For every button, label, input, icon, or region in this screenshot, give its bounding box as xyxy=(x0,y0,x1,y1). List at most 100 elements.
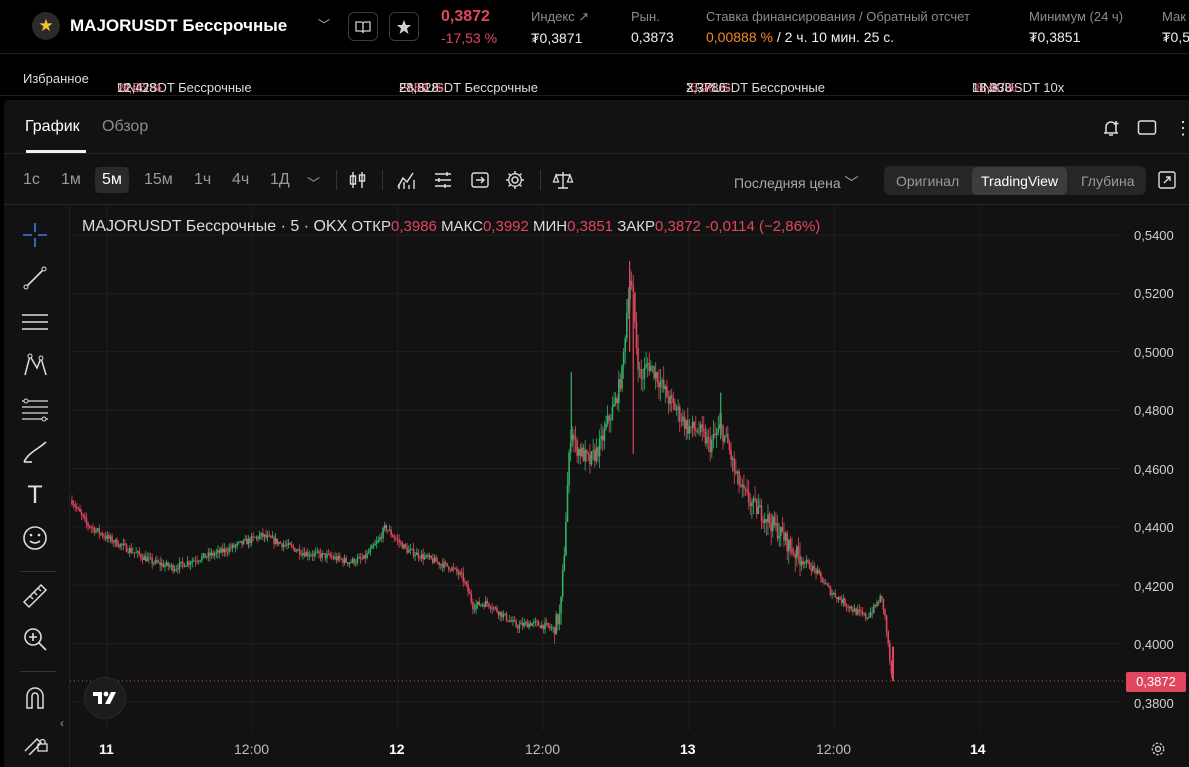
view-original[interactable]: Оригинал xyxy=(896,173,959,189)
favorite-star-icon[interactable]: ★ xyxy=(32,12,60,40)
y-tick-label: 0,5200 xyxy=(1134,286,1174,301)
candle xyxy=(757,493,760,515)
indicators-icon[interactable] xyxy=(395,169,417,191)
horizontal-lines-icon[interactable] xyxy=(18,305,52,339)
collapse-toolbar-icon[interactable]: ‹ xyxy=(60,716,64,730)
candles xyxy=(71,261,894,681)
tab-overview[interactable]: Обзор xyxy=(102,118,148,136)
candle xyxy=(130,543,133,555)
candle xyxy=(298,544,301,560)
candle xyxy=(202,552,205,559)
timeframe-dropdown-icon[interactable]: ﹀ xyxy=(307,173,320,192)
candle xyxy=(452,563,455,573)
layout-list-icon[interactable] xyxy=(432,169,454,191)
tab-chart[interactable]: График xyxy=(25,118,80,136)
trend-line-icon[interactable] xyxy=(18,261,52,295)
x-tick-label: 11 xyxy=(99,741,114,757)
candle xyxy=(265,529,267,540)
scale-icon[interactable] xyxy=(552,169,574,191)
emoji-icon[interactable] xyxy=(18,521,52,555)
candle xyxy=(191,557,194,568)
star-icon[interactable] xyxy=(389,12,419,41)
candle xyxy=(664,384,667,403)
pattern-icon[interactable] xyxy=(18,348,52,382)
book-icon[interactable] xyxy=(348,12,378,41)
candle xyxy=(93,526,96,536)
view-tradingview[interactable]: TradingView xyxy=(972,167,1068,195)
candle xyxy=(122,538,125,551)
timeframe-1h[interactable]: 1ч xyxy=(194,171,211,189)
timeframe-15m[interactable]: 15м xyxy=(144,171,173,189)
candle xyxy=(351,557,354,564)
crosshair-icon[interactable] xyxy=(18,218,52,252)
candle xyxy=(430,555,432,560)
candle xyxy=(746,479,748,496)
candle xyxy=(767,504,769,536)
magnet-icon[interactable] xyxy=(18,681,52,715)
candlestick-icon[interactable] xyxy=(347,169,369,191)
candle xyxy=(483,602,485,610)
candle xyxy=(379,533,381,543)
more-vertical-icon[interactable]: ⋮ xyxy=(1174,118,1189,139)
timeframe-1m[interactable]: 1м xyxy=(61,171,81,189)
candle xyxy=(468,588,471,595)
candle xyxy=(160,558,163,571)
timeframe-4h[interactable]: 4ч xyxy=(232,171,249,189)
timeframe-5m[interactable]: 5м xyxy=(95,167,129,193)
candle xyxy=(619,373,622,392)
symbol-title[interactable]: MAJORUSDT Бессрочные xyxy=(70,16,287,36)
candle xyxy=(834,589,837,598)
favorites-label[interactable]: Избранное xyxy=(23,71,89,86)
candle xyxy=(574,425,577,453)
candle xyxy=(286,539,288,550)
candle xyxy=(254,536,256,538)
window-icon[interactable] xyxy=(1137,119,1157,142)
candle xyxy=(358,553,360,560)
external-link-icon[interactable]: ↗ xyxy=(578,9,589,24)
candle xyxy=(242,538,245,546)
candle xyxy=(597,446,599,463)
candle xyxy=(332,554,335,561)
brush-icon[interactable] xyxy=(18,435,52,469)
price-change-percent: -17,53 % xyxy=(441,30,498,46)
timeframe-1s[interactable]: 1с xyxy=(23,171,40,189)
price-source-select[interactable]: Последняя цена ﹀ xyxy=(734,173,859,193)
candle xyxy=(268,530,271,537)
candle xyxy=(723,435,726,444)
settings-gear-icon[interactable] xyxy=(504,169,526,191)
candle xyxy=(189,560,192,571)
candle xyxy=(576,436,578,463)
candle xyxy=(438,561,441,569)
candle xyxy=(643,357,646,390)
replay-icon[interactable] xyxy=(469,169,491,191)
candle xyxy=(446,563,449,568)
ruler-icon[interactable] xyxy=(18,579,52,613)
text-tool-icon[interactable]: T xyxy=(18,478,52,512)
view-depth[interactable]: Глубина xyxy=(1081,173,1134,189)
add-alert-icon[interactable] xyxy=(1101,118,1121,143)
lock-drawing-icon[interactable] xyxy=(18,724,52,758)
candle xyxy=(693,421,695,436)
legend-close-label: ЗАКР xyxy=(617,218,656,235)
axis-settings-gear-icon[interactable] xyxy=(1149,740,1167,763)
candle xyxy=(104,531,107,542)
candle xyxy=(221,543,224,557)
fullscreen-icon[interactable] xyxy=(1156,169,1178,191)
candle xyxy=(630,271,633,291)
candle xyxy=(364,550,367,564)
price-chart[interactable] xyxy=(70,206,1186,734)
candle xyxy=(890,660,893,678)
candle xyxy=(712,420,715,449)
zoom-in-icon[interactable] xyxy=(18,622,52,656)
candle xyxy=(736,470,739,485)
timeframe-1d[interactable]: 1Д xyxy=(270,171,290,189)
candle xyxy=(815,568,817,580)
candle xyxy=(462,567,465,587)
tradingview-logo[interactable] xyxy=(84,677,126,719)
candle xyxy=(117,540,120,549)
chevron-down-icon[interactable]: ﹀ xyxy=(318,16,330,33)
fib-levels-icon[interactable] xyxy=(18,392,52,426)
candle xyxy=(717,415,720,436)
candle xyxy=(229,542,232,552)
candle xyxy=(334,552,336,561)
